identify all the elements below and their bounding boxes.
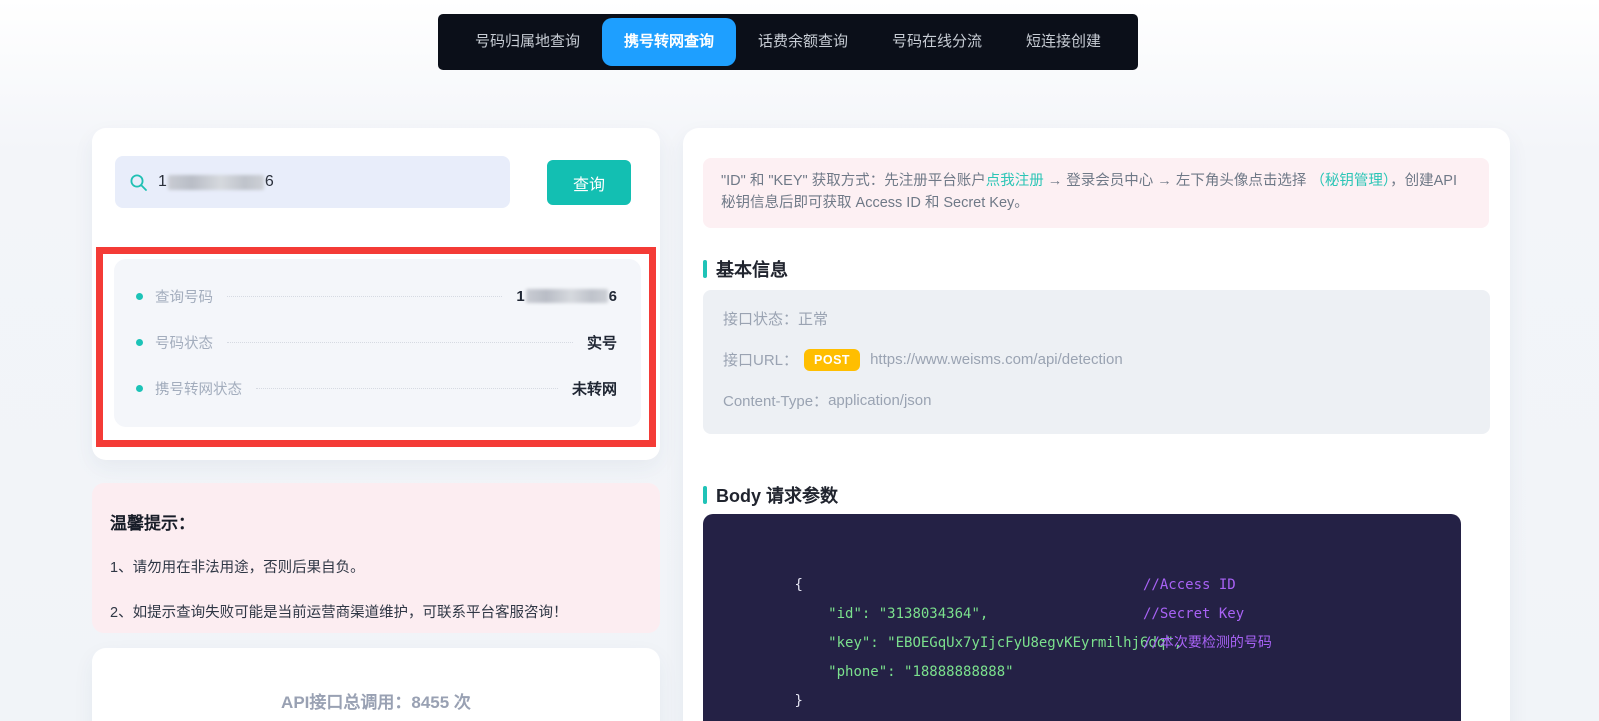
api-stats-card: API接口总调用：8455 次 [92,648,660,721]
code-line: { [727,542,1437,571]
key-instructions-notice: "ID" 和 "KEY" 获取方式：先注册平台账户点我注册 → 登录会员中心 →… [703,158,1489,228]
query-card: 16 查询 查询号码 16 号码状态 实号 携号转网状态 未转网 [92,128,660,460]
query-result-box: 查询号码 16 号码状态 实号 携号转网状态 未转网 [114,259,641,427]
api-url-line: 接口URL： POST https://www.weisms.com/api/d… [723,339,1470,380]
notice-text: → 登录会员中心 → 左下角头像点击选择 [1044,173,1311,189]
top-nav: 号码归属地查询 携号转网查询 话费余额查询 号码在线分流 短连接创建 [438,14,1138,70]
dotted-leader [227,342,573,343]
api-status-line: 接口状态： 正常 [723,298,1470,339]
api-total-calls: API接口总调用：8455 次 [92,688,660,713]
tips-line-2: 2、如提示查询失败可能是当前运营商渠道维护，可联系平台客服咨询！ [110,601,642,622]
basic-info-box: 接口状态： 正常 接口URL： POST https://www.weisms.… [703,290,1490,434]
request-body-code-block: { "id": "3138034364", //Access ID "key":… [703,514,1461,721]
api-url-value: https://www.weisms.com/api/detection [870,351,1123,368]
basic-info-heading: 基本信息 [703,256,788,282]
query-button[interactable]: 查询 [547,160,631,205]
result-row-query-number: 查询号码 16 [136,273,617,319]
api-doc-card: "ID" 和 "KEY" 获取方式：先注册平台账户点我注册 → 登录会员中心 →… [683,128,1510,721]
api-url-label: 接口URL： [723,349,798,370]
dotted-leader [256,388,558,389]
register-link[interactable]: 点我注册 [986,173,1044,189]
content-type-line: Content-Type： application/json [723,380,1470,421]
notice-text: "ID" 和 "KEY" 获取方式：先注册平台账户 [721,173,986,189]
bullet-dot-icon [136,293,143,300]
tips-line-1: 1、请勿用在非法用途，否则后果自负。 [110,556,642,577]
tips-card: 温馨提示： 1、请勿用在非法用途，否则后果自负。 2、如提示查询失败可能是当前运… [92,483,660,633]
post-method-badge: POST [804,349,860,371]
masked-digits [168,175,264,190]
section-accent-bar [703,260,707,278]
result-value: 未转网 [572,378,617,399]
code-line: "phone": "18888888888" //本次要检测的号码 [727,629,1437,658]
code-line: } [727,658,1437,687]
tips-title: 温馨提示： [110,509,642,534]
page: 号码归属地查询 携号转网查询 话费余额查询 号码在线分流 短连接创建 16 查询… [0,0,1599,721]
body-params-heading: Body 请求参数 [703,482,838,508]
bullet-dot-icon [136,339,143,346]
result-label: 号码状态 [155,332,213,353]
api-status-value: 正常 [798,308,828,329]
result-value: 实号 [587,332,617,353]
section-title-text: 基本信息 [716,256,788,282]
result-label: 查询号码 [155,286,213,307]
tab-online-routing[interactable]: 号码在线分流 [870,14,1004,70]
result-label: 携号转网状态 [155,378,242,399]
dotted-leader [227,296,502,297]
secret-key-management-link[interactable]: （秘钥管理） [1310,173,1390,189]
bullet-dot-icon [136,385,143,392]
section-accent-bar [703,486,707,504]
result-row-number-status: 号码状态 实号 [136,319,617,365]
masked-digits [526,289,608,303]
phone-search-input[interactable]: 16 [115,156,510,208]
result-value: 16 [516,288,617,305]
section-title-text: Body 请求参数 [716,482,838,508]
code-line: "key": "EBOEGqUx7yIjcFyU8egvKEyrmilhj6dq… [727,600,1437,629]
code-line: "id": "3138034364", //Access ID [727,571,1437,600]
search-icon [129,173,148,192]
tab-portability-query[interactable]: 携号转网查询 [602,18,736,66]
search-input-value: 16 [158,173,274,191]
result-row-portability-status: 携号转网状态 未转网 [136,365,617,411]
tab-number-location-query[interactable]: 号码归属地查询 [453,14,602,70]
content-type-label: Content-Type： [723,390,828,411]
api-status-label: 接口状态： [723,308,798,329]
tab-short-link-create[interactable]: 短连接创建 [1004,14,1123,70]
content-type-value: application/json [828,392,931,409]
tab-balance-query[interactable]: 话费余额查询 [736,14,870,70]
